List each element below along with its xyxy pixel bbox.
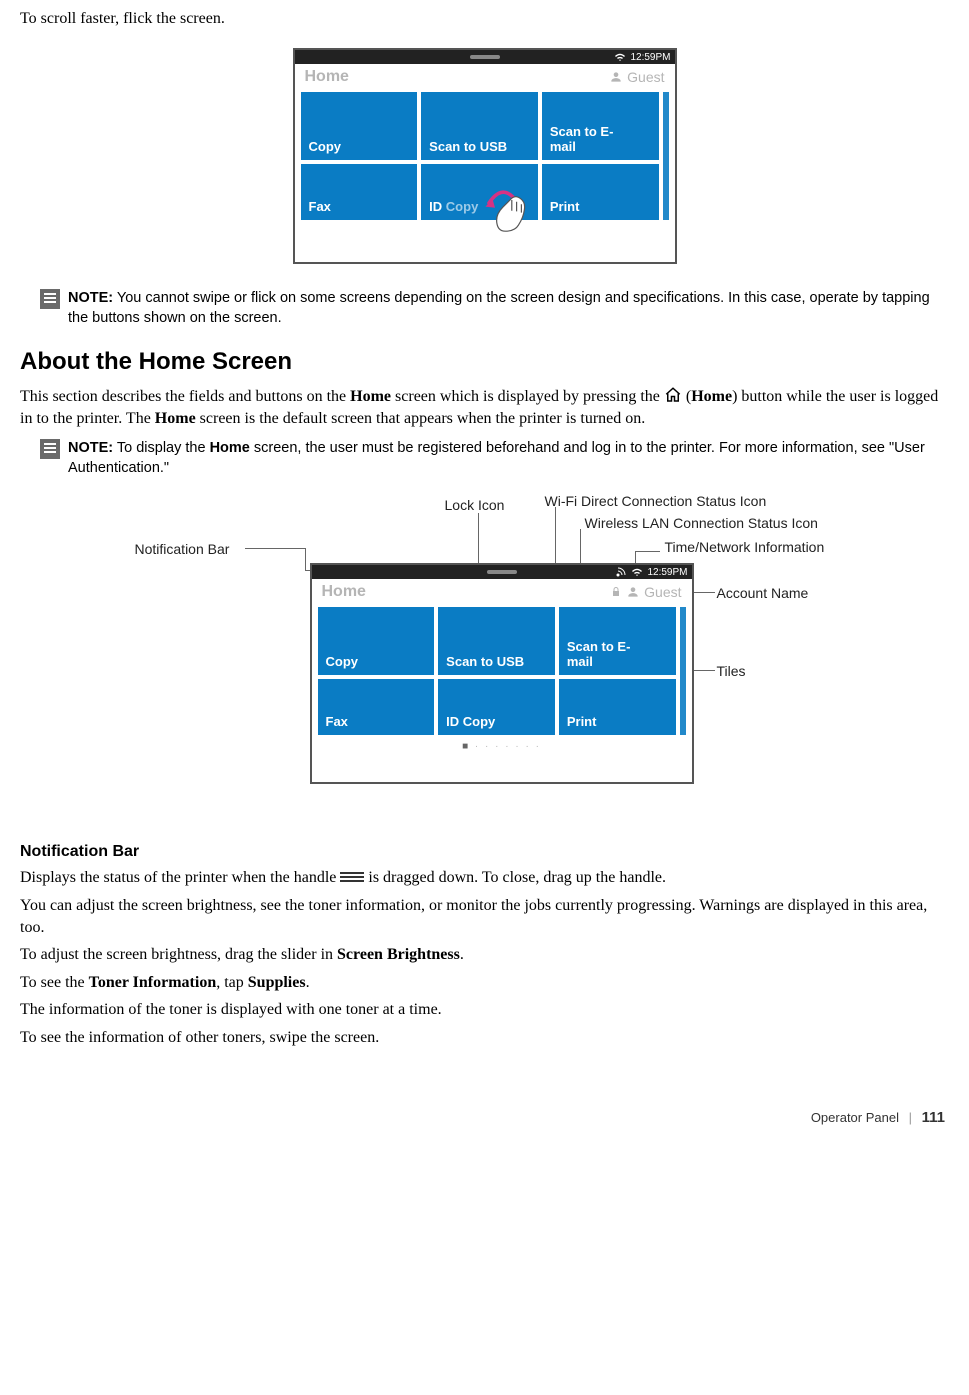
tile-scan-email[interactable]: Scan to E- mail (542, 92, 659, 160)
page-indicator: ■ · · · · · · · (312, 737, 692, 762)
intro-text: To scroll faster, flick the screen. (20, 10, 949, 28)
home-icon (664, 386, 682, 404)
label-wlan: Wireless LAN Connection Status Icon (585, 515, 818, 531)
note-prefix: NOTE: (68, 290, 113, 306)
heading-about-home: About the Home Screen (20, 348, 949, 376)
label-notification-bar: Notification Bar (135, 541, 230, 557)
tile-copy[interactable]: Copy (318, 607, 435, 675)
person-icon (626, 585, 640, 599)
page-footer: Operator Panel | 111 (20, 1109, 949, 1126)
notif-para-6: To see the information of other toners, … (20, 1027, 949, 1049)
title-bar: Home Guest (312, 579, 692, 603)
account-area[interactable]: Guest (610, 584, 681, 600)
next-page-strip[interactable] (680, 607, 686, 735)
wifi-icon (631, 566, 643, 578)
note-icon (40, 289, 60, 309)
tile-fax[interactable]: Fax (301, 164, 418, 220)
flick-gesture-icon (477, 173, 537, 233)
note-icon (40, 439, 60, 459)
note-flick-limitation: NOTE: You cannot swipe or flick on some … (40, 289, 949, 328)
note-prefix: NOTE: (68, 440, 113, 456)
notif-para-5: The information of the toner is displaye… (20, 999, 949, 1021)
notif-para-2: You can adjust the screen brightness, se… (20, 895, 949, 938)
note-body: You cannot swipe or flick on some screen… (68, 290, 930, 326)
notif-para-4: To see the Toner Information, tap Suppli… (20, 972, 949, 994)
note-home-auth: NOTE: To display the Home screen, the us… (40, 439, 949, 478)
label-time-net: Time/Network Information (665, 539, 825, 555)
account-name: Guest (644, 584, 681, 600)
title-bar: Home Guest (295, 64, 675, 88)
tile-scan-usb[interactable]: Scan to USB (438, 607, 555, 675)
tile-copy[interactable]: Copy (301, 92, 418, 160)
label-tiles: Tiles (717, 663, 746, 679)
tile-print[interactable]: Print (559, 679, 676, 735)
next-page-strip[interactable] (663, 92, 669, 220)
account-name: Guest (627, 69, 664, 85)
figure-home-labeled: Lock Icon Wi-Fi Direct Connection Status… (135, 493, 835, 823)
notif-para-3: To adjust the screen brightness, drag th… (20, 944, 949, 966)
heading-notification-bar: Notification Bar (20, 843, 949, 861)
screen-title: Home (305, 68, 349, 86)
label-lock-icon: Lock Icon (445, 497, 505, 513)
tile-print[interactable]: Print (542, 164, 659, 220)
tile-scan-usb[interactable]: Scan to USB (421, 92, 538, 160)
wifi-icon (614, 51, 626, 63)
lock-icon (610, 586, 622, 598)
footer-page-number: 111 (922, 1109, 945, 1126)
status-time: 12:59PM (630, 52, 670, 63)
screen-title: Home (322, 583, 366, 601)
about-home-paragraph: This section describes the fields and bu… (20, 386, 949, 429)
label-account: Account Name (717, 585, 809, 601)
tile-scan-email[interactable]: Scan to E- mail (559, 607, 676, 675)
drag-handle-icon[interactable] (470, 55, 500, 59)
account-area[interactable]: Guest (609, 69, 664, 85)
printer-touchscreen: 12:59PM Home Guest Copy Fax Scan to USB … (293, 48, 677, 264)
tile-fax[interactable]: Fax (318, 679, 435, 735)
figure-flick-screen: 12:59PM Home Guest Copy Fax Scan to USB … (20, 48, 949, 264)
tiles-grid: Copy Fax Scan to USB ID Copy Scan to E- … (312, 603, 692, 737)
person-icon (609, 70, 623, 84)
notification-bar[interactable]: 12:59PM (295, 50, 675, 64)
notification-bar[interactable]: 12:59PM (312, 565, 692, 579)
label-wifi-direct: Wi-Fi Direct Connection Status Icon (545, 493, 767, 509)
notif-para-1: Displays the status of the printer when … (20, 867, 949, 889)
footer-section: Operator Panel (811, 1110, 899, 1125)
status-time: 12:59PM (647, 567, 687, 578)
drag-handle-icon[interactable] (487, 570, 517, 574)
tile-id-copy[interactable]: ID Copy (438, 679, 555, 735)
wifi-direct-icon (615, 566, 627, 578)
printer-touchscreen-labeled: 12:59PM Home Guest Copy Fax Scan to USB … (310, 563, 694, 784)
handle-icon (340, 872, 364, 882)
